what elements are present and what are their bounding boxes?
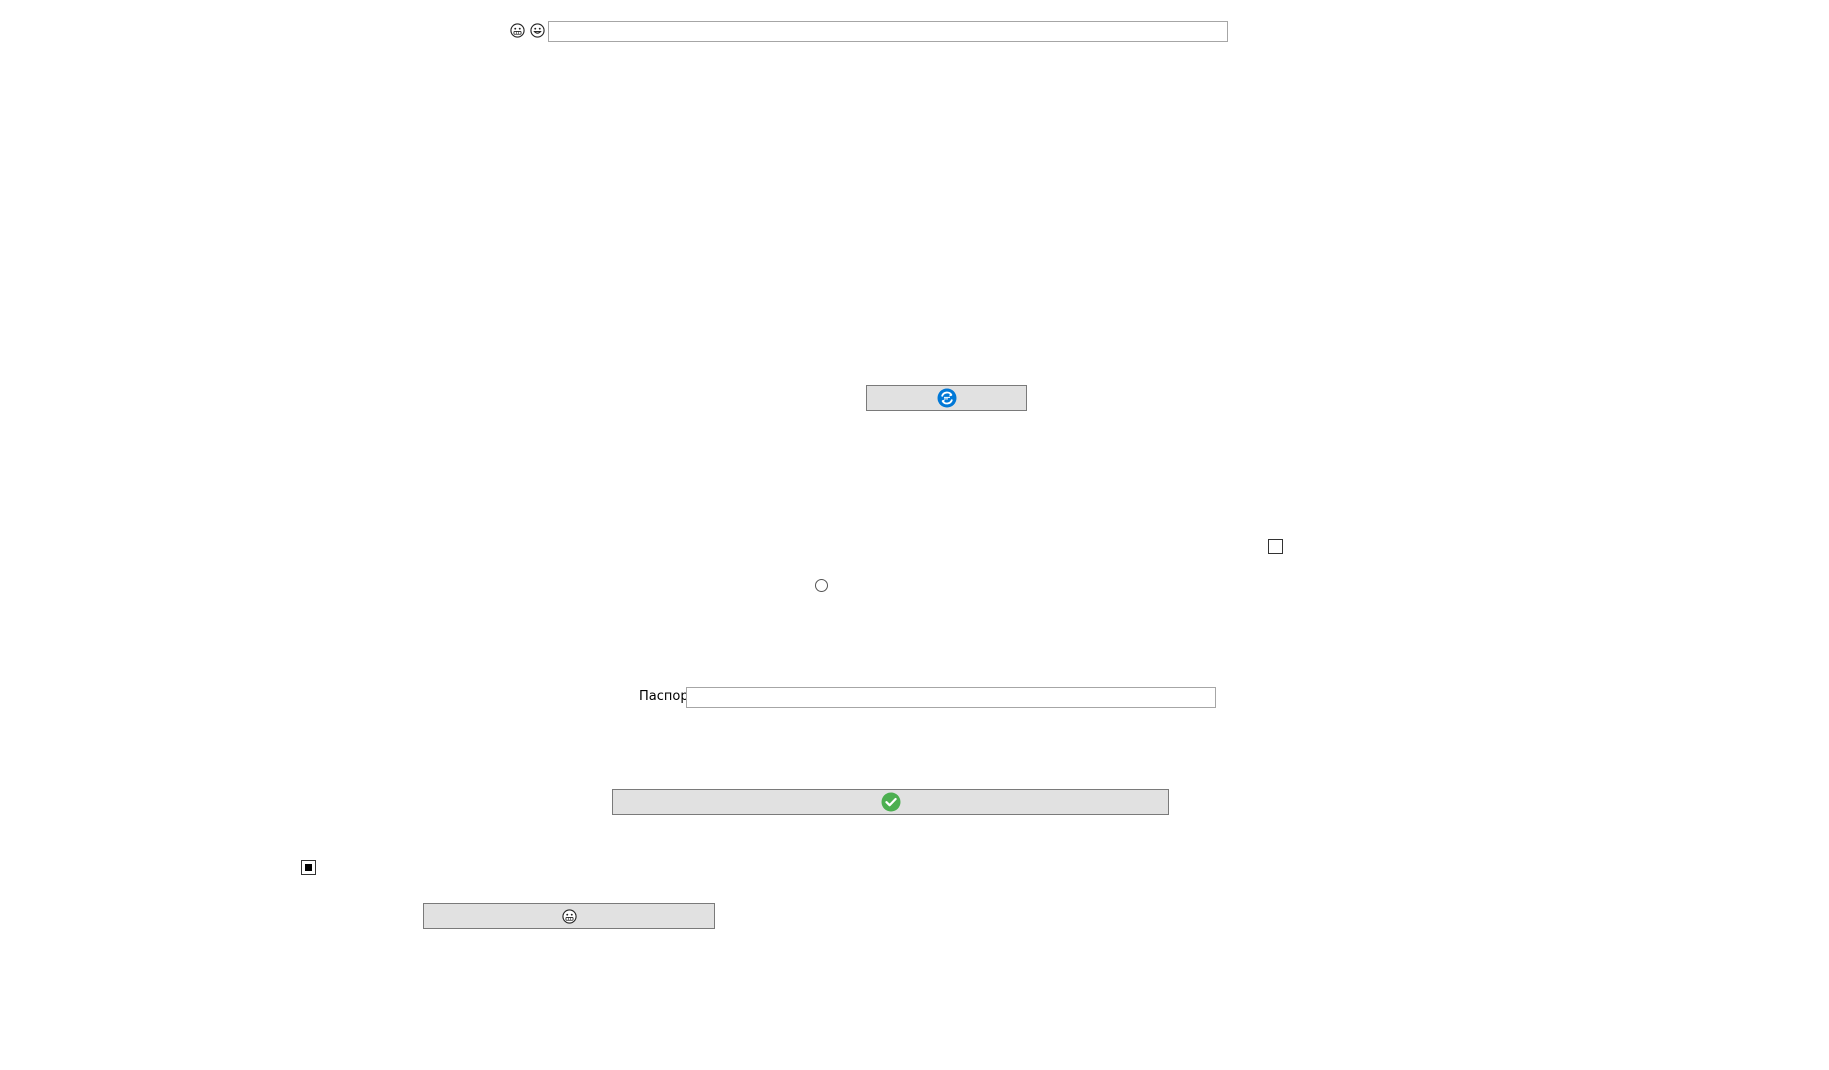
refresh-button[interactable]: [866, 385, 1027, 411]
checked-checkbox[interactable]: [301, 860, 316, 875]
emoji-button[interactable]: [423, 903, 715, 929]
confirm-button[interactable]: [612, 789, 1169, 815]
check-circle-icon: [881, 792, 901, 812]
option-checkbox[interactable]: [1268, 539, 1283, 554]
grin-face-icon[interactable]: [530, 23, 545, 38]
passport-input[interactable]: [686, 687, 1216, 708]
option-radio[interactable]: [815, 579, 828, 592]
top-search-input[interactable]: [548, 21, 1228, 42]
refresh-icon: [937, 388, 957, 408]
grimace-face-icon[interactable]: [510, 23, 525, 38]
grimace-face-icon: [561, 908, 577, 924]
